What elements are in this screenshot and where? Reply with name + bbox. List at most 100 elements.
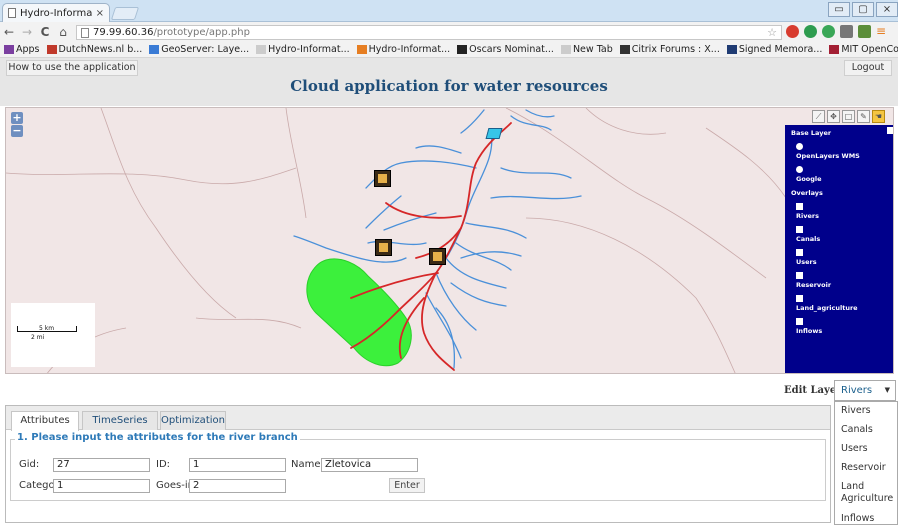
opera-icon[interactable] (786, 25, 799, 38)
checkbox-icon[interactable] (796, 249, 803, 256)
zoom-in-button[interactable]: + (11, 112, 23, 124)
tab-optimization[interactable]: Optimization (160, 411, 226, 430)
user-marker-icon[interactable] (374, 170, 391, 187)
overlay-option[interactable]: Land_agriculture (796, 295, 889, 312)
reload-icon[interactable]: C (36, 25, 54, 39)
edit-layer-option[interactable]: Inflows (835, 513, 880, 525)
base-layer-option[interactable]: OpenLayers WMS (796, 143, 889, 160)
bookmark-item[interactable]: Oscars Nominat... (457, 44, 554, 55)
back-icon[interactable]: ← (0, 25, 18, 39)
logout-button[interactable]: Logout (844, 60, 892, 76)
tab-attributes-info[interactable]: Attributes Info (11, 411, 79, 444)
gid-label: Gid: (19, 459, 40, 470)
map-view[interactable]: + − 5 km 2 mi ⟋ ✥ □ ✎ ☚ Base Layer OpenL… (5, 107, 894, 374)
enter-button[interactable]: Enter (389, 478, 425, 493)
bookmark-item[interactable]: DutchNews.nl b... (46, 44, 142, 55)
extension-icon[interactable] (840, 25, 853, 38)
checkbox-icon[interactable] (796, 272, 803, 279)
radio-icon[interactable] (796, 143, 803, 150)
browser-tabstrip: Hydro-Information S × ▭ ▢ ⨯ (0, 0, 898, 22)
collapse-icon[interactable] (887, 127, 893, 134)
navigate-icon[interactable]: ☚ (872, 110, 885, 123)
browser-tab[interactable]: Hydro-Information S × (2, 3, 110, 22)
extension-icon[interactable] (858, 25, 871, 38)
bookmark-label: Signed Memora... (738, 44, 823, 55)
home-icon[interactable]: ⌂ (54, 25, 72, 39)
extension-icons: ≡ (786, 25, 889, 38)
overlay-option[interactable]: Reservoir (796, 272, 889, 289)
bookmark-label: Oscars Nominat... (469, 44, 554, 55)
extension-icon[interactable] (804, 25, 817, 38)
bookmark-item[interactable]: Hydro-Informat... (256, 44, 350, 55)
tab-close-icon[interactable]: × (96, 8, 104, 19)
bookmark-item[interactable]: New Tab (560, 44, 613, 55)
bookmark-item[interactable]: Citrix Forums : X... (619, 44, 720, 55)
bookmark-item[interactable]: Hydro-Informat... (356, 44, 451, 55)
draw-line-icon[interactable]: ⟋ (812, 110, 825, 123)
favicon-icon (560, 45, 571, 54)
checkbox-icon[interactable] (796, 226, 803, 233)
edit-layer-dropdown: Rivers Canals Users Reservoir Land Agricultu… (834, 401, 898, 525)
edit-layer-option[interactable]: Rivers (835, 405, 877, 417)
bookmark-label: Citrix Forums : X... (631, 44, 720, 55)
id-label: ID: (156, 459, 171, 470)
edit-icon[interactable]: ✎ (857, 110, 870, 123)
zoom-out-button[interactable]: − (11, 125, 23, 137)
pan-icon[interactable]: ✥ (827, 110, 840, 123)
name-field[interactable]: Zletovica (321, 458, 418, 472)
checkbox-icon[interactable] (796, 295, 803, 302)
gid-field[interactable]: 27 (53, 458, 150, 472)
checkbox-icon[interactable] (796, 203, 803, 210)
new-tab-button[interactable] (110, 7, 140, 20)
overlay-label: Canals (796, 235, 821, 243)
overlay-label: Rivers (796, 212, 819, 220)
bookmark-label: GeoServer: Laye... (161, 44, 250, 55)
scale-label-km: 5 km (39, 325, 55, 332)
bookmark-item[interactable]: GeoServer: Laye... (149, 44, 249, 55)
edit-layer-option[interactable]: Canals (835, 424, 879, 436)
star-icon[interactable]: ☆ (767, 26, 777, 39)
overlay-option[interactable]: Inflows (796, 318, 889, 335)
base-layer-option[interactable]: Google (796, 166, 889, 183)
extension-icon[interactable] (822, 25, 835, 38)
edit-layer-option[interactable]: Users (835, 443, 874, 455)
user-marker-icon[interactable] (429, 248, 446, 265)
minimize-icon[interactable]: ▭ (828, 2, 850, 17)
inflow-marker-icon[interactable] (485, 128, 503, 139)
edit-layer-select[interactable]: Rivers ▼ (834, 380, 896, 401)
bookmark-item[interactable]: Signed Memora... (726, 44, 823, 55)
layer-switcher: Base Layer OpenLayers WMS Google Overlays… (785, 125, 893, 373)
page-icon (81, 27, 89, 38)
tab-timeseries-data[interactable]: TimeSeries Data (82, 411, 158, 444)
edit-layer-option[interactable]: Reservoir (835, 462, 892, 474)
bookmark-item[interactable]: MIT OpenCours... (829, 44, 898, 55)
favicon-icon (46, 45, 57, 54)
panel-tabs: Attributes Info TimeSeries Data Optimiza… (6, 406, 830, 444)
edit-layer-option[interactable]: Land Agriculture (835, 481, 898, 505)
favicon-icon (726, 45, 737, 54)
overlay-option[interactable]: Canals (796, 226, 889, 243)
select-box-icon[interactable]: □ (842, 110, 855, 123)
maximize-icon[interactable]: ▢ (852, 2, 874, 17)
id-field[interactable]: 1 (189, 458, 286, 472)
bookmark-item[interactable]: Apps (4, 44, 40, 55)
address-bar[interactable]: 79.99.60.36/prototype/app.php ☆ (76, 25, 782, 40)
app-root: Hydro-Information S × ▭ ▢ ⨯ ← → C ⌂ 79.9… (0, 0, 898, 525)
bookmark-label: Hydro-Informat... (268, 44, 350, 55)
category-field[interactable]: 1 (53, 479, 150, 493)
apps-icon (4, 45, 14, 54)
user-marker-icon[interactable] (375, 239, 392, 256)
bookmark-label: Hydro-Informat... (368, 44, 451, 55)
how-to-use-button[interactable]: How to use the application (6, 60, 138, 76)
goes-in-field[interactable]: 2 (189, 479, 286, 493)
forward-icon[interactable]: → (18, 25, 36, 39)
checkbox-icon[interactable] (796, 318, 803, 325)
attributes-fieldset: 1. Please input the attributes for the r… (10, 432, 826, 501)
menu-icon[interactable]: ≡ (876, 25, 889, 38)
radio-icon[interactable] (796, 166, 803, 173)
overlay-option[interactable]: Users (796, 249, 889, 266)
close-window-icon[interactable]: ⨯ (876, 2, 898, 17)
overlays-header: Overlays (791, 189, 823, 197)
favicon-icon (829, 45, 840, 54)
overlay-option[interactable]: Rivers (796, 203, 889, 220)
